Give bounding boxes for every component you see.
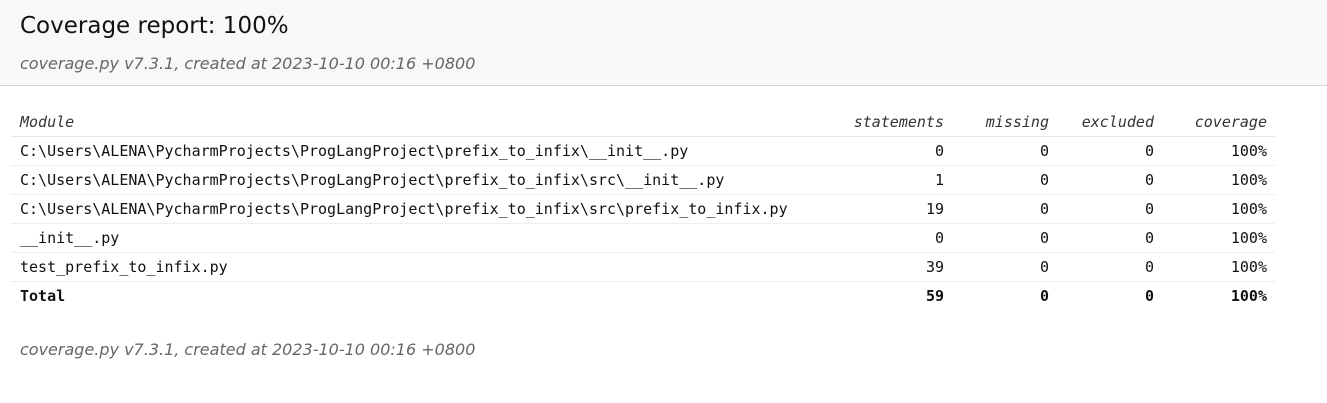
excluded-value: 0 [1057, 252, 1162, 282]
header-meta: coverage.py v7.3.1, created at 2023-10-1… [20, 54, 476, 73]
coverage-value: 100% [1162, 165, 1275, 195]
column-header-missing[interactable]: missing [952, 108, 1057, 137]
total-missing: 0 [1039, 286, 1049, 305]
table-row: test_prefix_to_infix.py 39 0 0 100% [11, 252, 1275, 282]
excluded-value: 0 [1057, 194, 1162, 224]
statements-value: 0 [832, 223, 952, 253]
column-header-excluded[interactable]: excluded [1057, 108, 1162, 137]
coverage-table: Module statements missing excluded cover… [11, 108, 1275, 310]
statements-value: 0 [832, 136, 952, 166]
excluded-value: 0 [1057, 223, 1162, 253]
module-name: test_prefix_to_infix.py [11, 252, 832, 282]
coverage-value: 100% [1162, 252, 1275, 282]
table-header-row: Module statements missing excluded cover… [11, 108, 1275, 137]
footer-meta: coverage.py v7.3.1, created at 2023-10-1… [20, 340, 476, 359]
report-main: Module statements missing excluded cover… [0, 108, 1327, 310]
page-title: Coverage report: 100% [20, 13, 289, 39]
statements-value: 19 [832, 194, 952, 224]
module-name: C:\Users\ALENA\PycharmProjects\ProgLangP… [11, 165, 832, 195]
table-row: __init__.py 0 0 0 100% [11, 223, 1275, 253]
module-name: C:\Users\ALENA\PycharmProjects\ProgLangP… [11, 194, 832, 224]
module-name: __init__.py [11, 223, 832, 253]
report-footer: coverage.py v7.3.1, created at 2023-10-1… [20, 340, 1327, 360]
excluded-value: 0 [1057, 165, 1162, 195]
coverage-value: 100% [1162, 223, 1275, 253]
missing-value: 0 [952, 165, 1057, 195]
table-row: C:\Users\ALENA\PycharmProjects\ProgLangP… [11, 194, 1275, 224]
excluded-value: 0 [1057, 136, 1162, 166]
total-coverage: 100% [1230, 286, 1267, 305]
column-header-coverage[interactable]: coverage [1162, 108, 1275, 137]
total-statements: 59 [925, 286, 944, 305]
statements-value: 1 [832, 165, 952, 195]
table-row: C:\Users\ALENA\PycharmProjects\ProgLangP… [11, 165, 1275, 195]
missing-value: 0 [952, 194, 1057, 224]
table-row: C:\Users\ALENA\PycharmProjects\ProgLangP… [11, 136, 1275, 166]
missing-value: 0 [952, 252, 1057, 282]
column-header-statements[interactable]: statements [832, 108, 952, 137]
statements-value: 39 [832, 252, 952, 282]
report-header: Coverage report: 100% coverage.py v7.3.1… [0, 0, 1327, 86]
missing-value: 0 [952, 136, 1057, 166]
module-name: C:\Users\ALENA\PycharmProjects\ProgLangP… [11, 136, 832, 166]
column-header-module[interactable]: Module [11, 108, 832, 137]
total-row: Total 59 0 0 100% [11, 281, 1275, 310]
total-excluded: 0 [1144, 286, 1154, 305]
total-label: Total [20, 286, 66, 305]
coverage-value: 100% [1162, 136, 1275, 166]
missing-value: 0 [952, 223, 1057, 253]
coverage-value: 100% [1162, 194, 1275, 224]
